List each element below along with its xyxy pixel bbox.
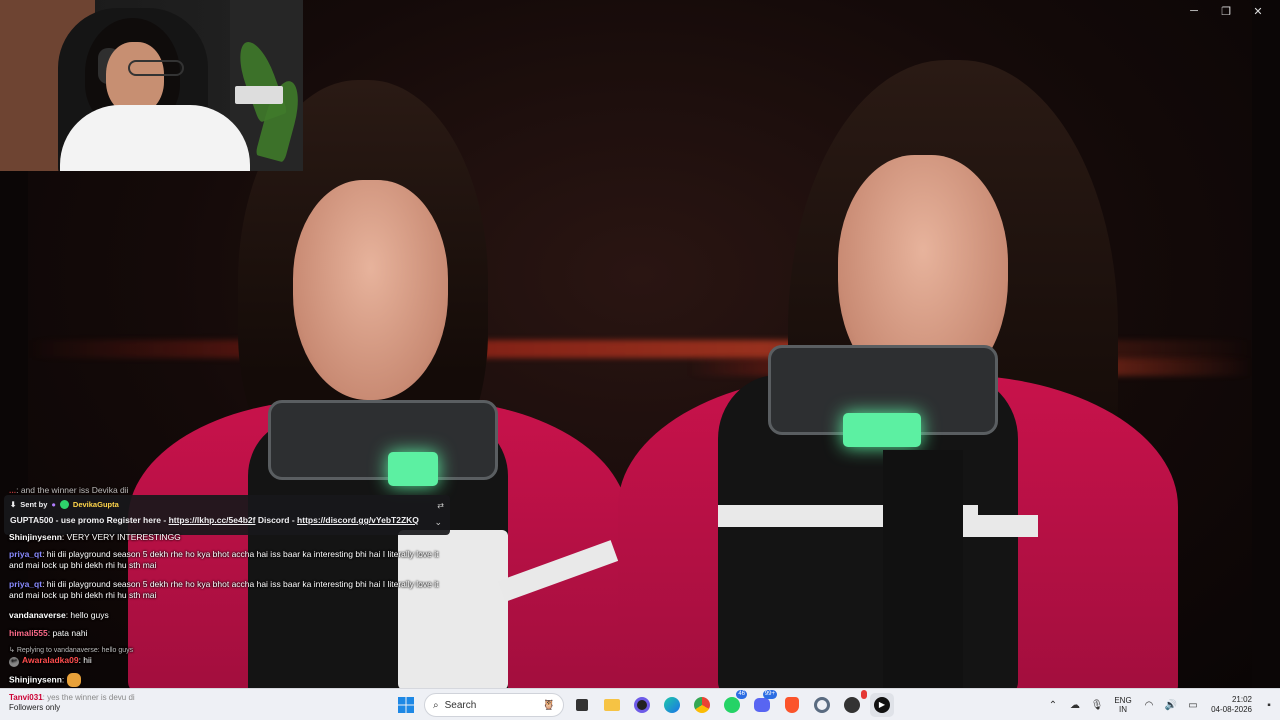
cloud-icon[interactable]: ☁: [1064, 689, 1086, 720]
chevron-up-icon[interactable]: ⌃: [1042, 689, 1064, 720]
discord-link[interactable]: https://discord.gg/vYebT2ZKQ: [297, 515, 419, 525]
pinned-sender: ⬇ Sent by ● DevikaGupta: [10, 500, 119, 509]
chat-message: Shinjinysenn: VERY VERY INTERESTINGG: [9, 532, 181, 542]
chrome-icon[interactable]: [690, 693, 714, 717]
minimize-button[interactable]: ─: [1178, 2, 1210, 20]
chat-message: himali555: pata nahi: [9, 628, 88, 638]
taskbar-apps: ⌕ Search 🦉 46 99+ ▶: [394, 690, 894, 717]
whatsapp-icon[interactable]: 46: [720, 690, 747, 717]
app-icon[interactable]: [840, 690, 867, 717]
pin-marker-icon: ⬇: [10, 500, 17, 509]
contestant-right: [598, 55, 1218, 688]
pinned-text: GUPTA500 - use promo Register here - htt…: [10, 515, 419, 525]
search-icon: ⌕: [433, 699, 439, 711]
cat-emote-icon: [66, 673, 81, 687]
chevron-down-icon[interactable]: ⌄: [434, 517, 442, 528]
edge-icon[interactable]: [660, 693, 684, 717]
chat-message: vandanaverse: hello guys: [9, 610, 109, 620]
discord-icon[interactable]: 99+: [750, 690, 777, 717]
system-tray: ⌃ ☁ 🎙 ENG IN ◠ 🔊 ▭ 21:02 04-08-2026 ▪: [1042, 689, 1280, 720]
unpin-icon[interactable]: ⇄: [437, 500, 444, 511]
mic-badge-icon: ●: [51, 500, 56, 509]
clock[interactable]: 21:02 04-08-2026: [1204, 695, 1252, 715]
wifi-icon[interactable]: ◠: [1138, 689, 1160, 720]
obs-icon[interactable]: [630, 693, 654, 717]
chat-message: ↩ Awaraladka09: hii: [9, 655, 449, 667]
microphone-icon[interactable]: 🎙: [1086, 689, 1108, 720]
battery-icon[interactable]: ▭: [1182, 689, 1204, 720]
chat-message: priya_qt: hii dii playground season 5 de…: [9, 549, 439, 570]
close-button[interactable]: ✕: [1242, 2, 1274, 20]
restore-button[interactable]: ❐: [1210, 2, 1242, 20]
search-highlight-icon: 🦉: [542, 699, 555, 711]
media-player-icon[interactable]: ▶: [870, 693, 894, 717]
reply-arrow-icon: ↳: [9, 647, 15, 654]
desktop-screen: ─ ❐ ✕ ...: and the winner iss Devika dii…: [0, 0, 1280, 720]
taskbar-search[interactable]: ⌕ Search 🦉: [424, 693, 564, 717]
promo-link[interactable]: https://lkhp.cc/5e4b2f: [169, 515, 256, 525]
brave-icon[interactable]: [780, 693, 804, 717]
window-controls: ─ ❐ ✕: [1178, 2, 1274, 20]
chat-message: Shinjinysenn:: [9, 673, 449, 687]
verified-badge-icon: [59, 500, 69, 509]
settings-icon[interactable]: [810, 693, 834, 717]
file-explorer-icon[interactable]: [600, 693, 624, 717]
chat-message: priya_qt: hii dii playground season 5 de…: [9, 579, 439, 600]
language-indicator[interactable]: ENG IN: [1108, 696, 1138, 714]
streamer-webcam: [0, 0, 303, 171]
task-view-icon[interactable]: [570, 693, 594, 717]
windows-start-icon[interactable]: [394, 693, 418, 717]
chat-footer: Tanvi031: yes the winner is devu di Foll…: [9, 693, 135, 712]
notification-icon[interactable]: ▪: [1258, 689, 1280, 720]
speaker-icon[interactable]: 🔊: [1160, 689, 1182, 720]
windows-taskbar: Tanvi031: yes the winner is devu di Foll…: [0, 688, 1280, 720]
reply-badge-icon: ↩: [9, 657, 19, 667]
pinned-message[interactable]: ⬇ Sent by ● DevikaGupta GUPTA500 - use p…: [4, 495, 450, 535]
chat-overlay: ...: and the winner iss Devika dii ⬇ Sen…: [0, 480, 460, 688]
